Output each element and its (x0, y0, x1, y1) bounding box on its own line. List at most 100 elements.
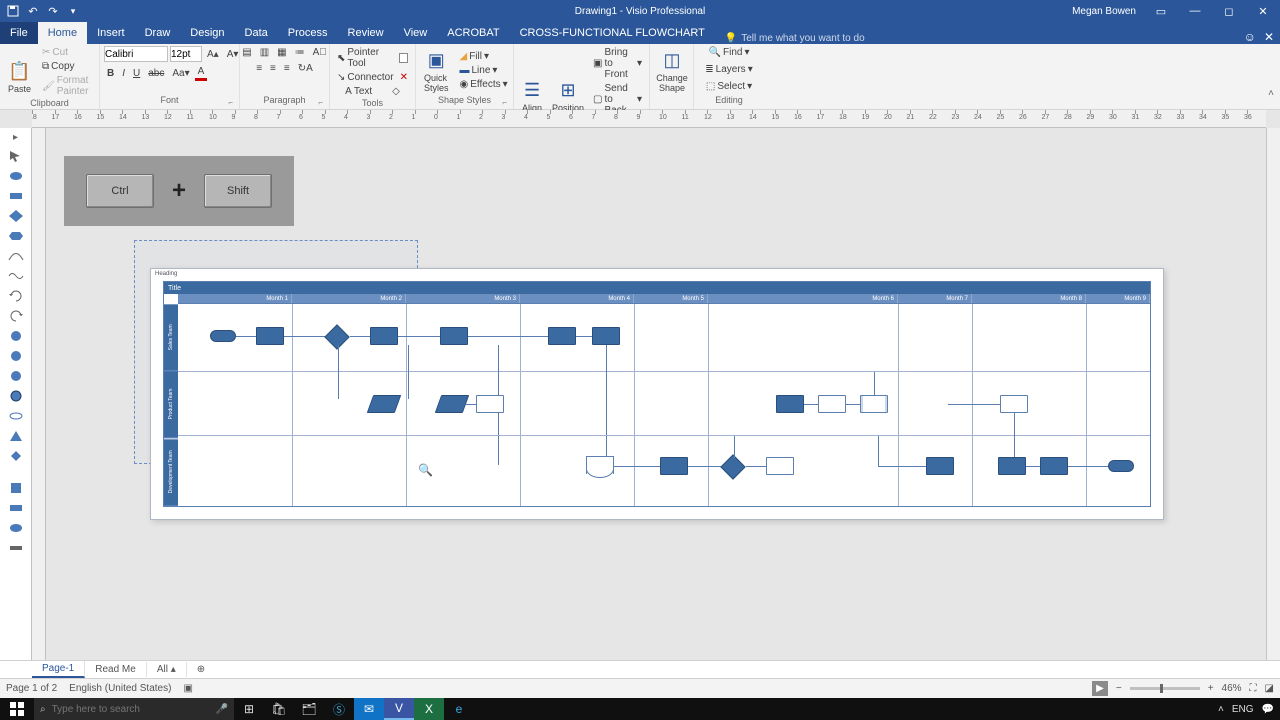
rotate-text-button[interactable]: ↻A (295, 62, 316, 75)
bring-to-front-button[interactable]: ▣Bring to Front▾ (590, 46, 645, 81)
macro-record-icon[interactable]: ▣ (183, 683, 192, 694)
shapes-pane[interactable]: ▸ (0, 128, 32, 666)
stencil-curve[interactable] (8, 249, 24, 263)
align-bottom-button[interactable]: ▦ (274, 46, 289, 59)
page-tab-1[interactable]: Page-1 (32, 661, 85, 678)
shape-process-2[interactable] (370, 327, 398, 345)
shape-data-2[interactable] (435, 395, 470, 413)
presentation-mode-icon[interactable]: ▶ (1092, 681, 1108, 696)
tab-data[interactable]: Data (235, 22, 278, 44)
taskbar-search-input[interactable] (52, 704, 192, 715)
shape-process-6[interactable] (476, 395, 504, 413)
line-button[interactable]: ▬Line▾ (457, 64, 511, 77)
stencil-rect[interactable] (8, 189, 24, 203)
page-tab-readme[interactable]: Read Me (85, 662, 147, 677)
zoom-slider[interactable] (1130, 687, 1200, 690)
undo-icon[interactable]: ↶ (26, 4, 40, 18)
shape-process-3[interactable] (440, 327, 468, 345)
lane-label-2[interactable]: Product Team (164, 371, 178, 438)
align-button[interactable]: ☰Align (518, 67, 546, 115)
shape-decision-2[interactable] (720, 454, 745, 479)
stencil-loop-arrow[interactable] (8, 289, 24, 303)
canvas[interactable]: Ctrl + Shift Heading Title Month 1 Month… (46, 128, 1266, 666)
shape-process-14[interactable] (1040, 457, 1068, 475)
paste-button[interactable]: 📋 Paste (4, 48, 35, 96)
lane-1[interactable] (178, 304, 1150, 372)
pan-zoom-icon[interactable]: ◪ (1265, 683, 1274, 694)
tray-notifications-icon[interactable]: 💬 (1262, 704, 1274, 715)
tab-insert[interactable]: Insert (87, 22, 135, 44)
clear-format-button[interactable]: A⃠ (310, 46, 330, 59)
pointer-tool-button[interactable]: ⬉Pointer Tool (334, 46, 411, 70)
stencil-hexagon[interactable] (8, 229, 24, 243)
rectangle-tool-icon[interactable] (399, 53, 408, 63)
minimize-button[interactable]: — (1178, 0, 1212, 22)
tb-store-icon[interactable]: 🛍 (264, 698, 294, 720)
lane-2[interactable] (178, 372, 1150, 436)
tell-me-search[interactable]: 💡 Tell me what you want to do (725, 33, 865, 44)
col-month-7[interactable]: Month 7 (898, 294, 972, 303)
start-button[interactable] (0, 702, 34, 716)
stencil-square[interactable] (8, 481, 24, 495)
shape-process-9[interactable] (1000, 395, 1028, 413)
new-page-button[interactable]: ⊕ (187, 662, 215, 677)
shape-subprocess-1[interactable] (860, 395, 888, 413)
layers-button[interactable]: ≣Layers▾ (702, 63, 755, 76)
tray-keyboard-lang[interactable]: ENG (1232, 704, 1254, 715)
tb-outlook-icon[interactable]: ✉ (354, 698, 384, 720)
fit-page-icon[interactable]: ⛶ (1250, 683, 1257, 694)
tb-excel-icon[interactable]: X (414, 698, 444, 720)
lane-label-1[interactable]: Sales Team (164, 304, 178, 371)
drawing-page[interactable]: Heading Title Month 1 Month 2 Month 3 Mo… (150, 268, 1164, 520)
paragraph-launcher-icon[interactable]: ⌐ (318, 98, 323, 107)
stencil-diamond-2[interactable] (8, 449, 24, 463)
col-month-8[interactable]: Month 8 (972, 294, 1086, 303)
shape-process-13[interactable] (998, 457, 1026, 475)
shape-process-8[interactable] (818, 395, 846, 413)
ribbon-display-icon[interactable]: ▭ (1144, 0, 1178, 22)
align-right-button[interactable]: ≡ (281, 62, 293, 75)
underline-button[interactable]: U (130, 67, 143, 80)
stencil-circle-3[interactable] (8, 369, 24, 383)
qat-more-icon[interactable]: ▾ (66, 4, 80, 18)
strike-button[interactable]: abc (145, 67, 167, 80)
select-button[interactable]: ⬚Select▾ (703, 80, 755, 93)
grow-font-button[interactable]: A▴ (204, 48, 222, 61)
stencil-triangle[interactable] (8, 429, 24, 443)
font-launcher-icon[interactable]: ⌐ (228, 98, 233, 107)
tb-explorer-icon[interactable]: 🗂 (294, 698, 324, 720)
tab-acrobat[interactable]: ACROBAT (437, 22, 509, 44)
redo-icon[interactable]: ↷ (46, 4, 60, 18)
shape-process-5[interactable] (592, 327, 620, 345)
tab-cross-functional-flowchart[interactable]: CROSS-FUNCTIONAL FLOWCHART (510, 22, 715, 44)
shape-start[interactable] (210, 330, 236, 342)
stencil-pointer[interactable] (8, 149, 24, 163)
font-name-input[interactable] (104, 46, 168, 62)
cff-title[interactable]: Title (164, 282, 1150, 294)
user-name[interactable]: Megan Bowen (1064, 6, 1144, 17)
col-month-2[interactable]: Month 2 (292, 294, 406, 303)
italic-button[interactable]: I (119, 67, 128, 80)
tab-file[interactable]: File (0, 22, 38, 44)
vertical-scrollbar[interactable] (1266, 128, 1280, 666)
maximize-button[interactable]: ◻ (1212, 0, 1246, 22)
bullets-button[interactable]: ≔ (292, 46, 308, 59)
lane-label-3[interactable]: Development Team (164, 439, 178, 506)
stencil-ellipse[interactable] (8, 169, 24, 183)
taskbar-search[interactable]: ⌕ 🎤 (34, 698, 234, 720)
tab-review[interactable]: Review (338, 22, 394, 44)
stencil-ellipse-2[interactable] (8, 409, 24, 423)
freeform-tool-icon[interactable]: ◇ (392, 86, 400, 97)
shape-document-1[interactable] (586, 456, 614, 474)
shape-process-11[interactable] (766, 457, 794, 475)
stencil-loop-arrow-alt[interactable] (8, 309, 24, 323)
shape-data-1[interactable] (367, 395, 402, 413)
page-tab-all[interactable]: All ▴ (147, 662, 187, 677)
stencil-ellipse-3[interactable] (8, 521, 24, 535)
tray-chevron-icon[interactable]: ˄ (1218, 704, 1224, 715)
cross-functional-flowchart[interactable]: Title Month 1 Month 2 Month 3 Month 4 Mo… (163, 281, 1151, 507)
zoom-level[interactable]: 46% (1222, 683, 1242, 694)
stencil-rect-2[interactable] (8, 501, 24, 515)
align-center-button[interactable]: ≡ (267, 62, 279, 75)
col-month-5[interactable]: Month 5 (634, 294, 708, 303)
